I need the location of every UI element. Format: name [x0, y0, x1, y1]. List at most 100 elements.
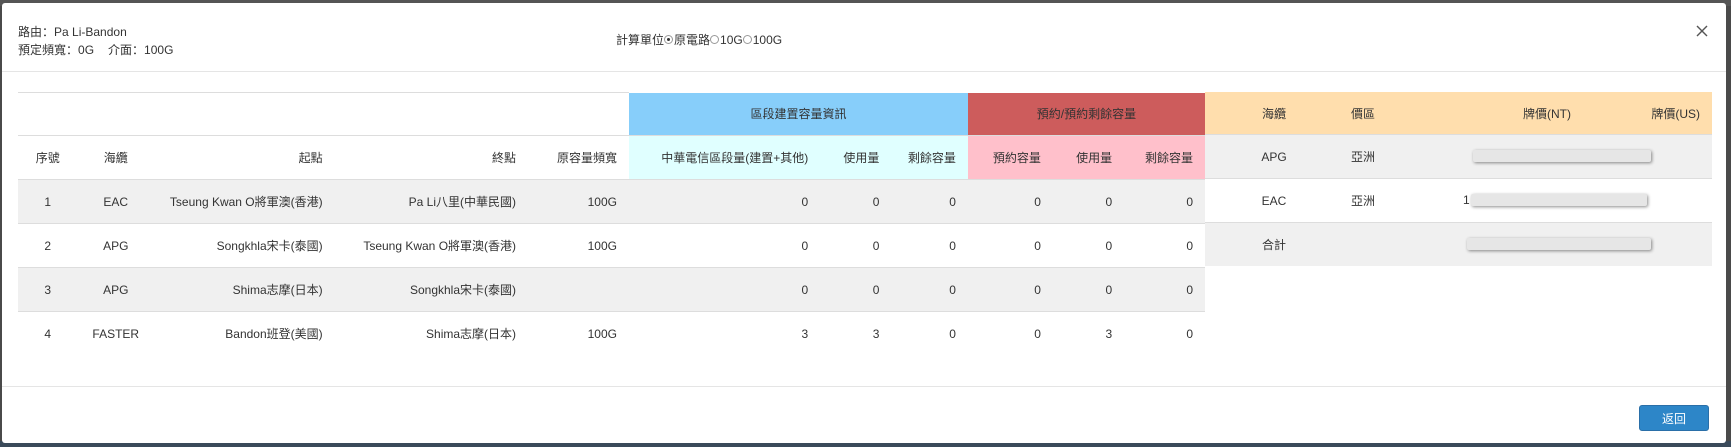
cell-cable: EAC	[77, 179, 154, 224]
col-cable: 海纜	[77, 135, 154, 180]
price-nt-prefix: 1	[1463, 193, 1470, 207]
cell-used: 0	[820, 223, 892, 268]
col-reserved: 預約容量	[967, 135, 1053, 180]
section-info-group: 區段建置容量資訊	[628, 92, 968, 136]
unit-option-100g[interactable]: 100G	[753, 33, 782, 47]
price-col-region: 價區	[1343, 92, 1443, 135]
cell-reserved-remaining: 0	[1124, 311, 1205, 355]
cell-end: Pa Li八里(中華民國)	[334, 179, 529, 224]
table-row: 1 EAC Tseung Kwan O將軍澳(香港) Pa Li八里(中華民國)…	[18, 179, 1205, 224]
radio-original-icon[interactable]	[664, 35, 674, 44]
cell-cable: APG	[77, 223, 154, 268]
dialog-header: 路由：Pa Li-Bandon 預定頻寬：0G 介面：100G 計算單位 原電路 …	[2, 3, 1726, 72]
col-reserved-used: 使用量	[1052, 135, 1125, 180]
cell-start: Songkhla宋卡(泰國)	[154, 223, 335, 268]
cell-reserved-remaining: 0	[1124, 179, 1205, 224]
cell-index: 2	[18, 223, 78, 268]
cell-reserved-used: 3	[1052, 311, 1125, 355]
col-index: 序號	[18, 135, 78, 180]
table-row: 2 APG Songkhla宋卡(泰國) Tseung Kwan O將軍澳(香港…	[18, 223, 1205, 268]
cell-reserved-used: 0	[1052, 223, 1125, 268]
price-cell-cable: EAC	[1205, 178, 1343, 223]
bandwidth-value: 0G	[78, 43, 95, 57]
cell-cht-capacity: 3	[628, 311, 821, 355]
cell-orig-bandwidth: 100G	[528, 223, 629, 268]
cell-remaining: 0	[891, 267, 968, 312]
route-label: 路由：	[18, 25, 55, 39]
cell-end: Shima志摩(日本)	[334, 311, 529, 355]
table-row: 4 FASTER Bandon班登(美國) Shima志摩(日本) 100G 3…	[18, 311, 1205, 355]
cell-used: 3	[820, 311, 892, 355]
redaction-bar	[1473, 150, 1651, 162]
group-spacer	[18, 92, 629, 136]
col-start: 起點	[154, 135, 335, 180]
price-col-list-us: 牌價(US)	[1583, 92, 1712, 135]
cell-used: 0	[820, 179, 892, 224]
cell-end: Songkhla宋卡(泰國)	[334, 267, 529, 312]
price-cell-region	[1343, 222, 1443, 266]
close-button[interactable]	[1694, 23, 1710, 39]
cell-reserved: 0	[967, 223, 1053, 268]
cell-cht-capacity: 0	[628, 179, 821, 224]
unit-option-original[interactable]: 原電路	[674, 31, 710, 48]
price-cell-redacted	[1443, 222, 1712, 266]
capacity-dialog: 路由：Pa Li-Bandon 預定頻寬：0G 介面：100G 計算單位 原電路 …	[2, 3, 1726, 443]
price-col-cable: 海纜	[1205, 92, 1343, 135]
cell-reserved-used: 0	[1052, 179, 1125, 224]
cell-reserved: 0	[967, 311, 1053, 355]
cell-index: 3	[18, 267, 78, 312]
cell-start: Shima志摩(日本)	[154, 267, 335, 312]
unit-option-10g[interactable]: 10G	[720, 33, 743, 47]
price-row: APG 亞洲	[1205, 134, 1712, 179]
radio-10g-icon[interactable]	[710, 35, 720, 44]
redaction-bar	[1467, 238, 1651, 250]
price-col-list-nt: 牌價(NT)	[1443, 92, 1583, 135]
price-cell-region: 亞洲	[1343, 134, 1443, 179]
price-row: EAC 亞洲 1	[1205, 178, 1712, 223]
col-orig-bandwidth: 原容量頻寬	[528, 135, 629, 180]
cell-end: Tseung Kwan O將軍澳(香港)	[334, 223, 529, 268]
interface-label: 介面：	[108, 43, 145, 57]
route-value: Pa Li-Bandon	[54, 25, 127, 39]
cell-index: 1	[18, 179, 78, 224]
cell-cable: FASTER	[77, 311, 154, 355]
col-end: 終點	[334, 135, 529, 180]
cell-reserved: 0	[967, 267, 1053, 312]
price-cell-redacted	[1443, 134, 1712, 179]
bandwidth-label: 預定頻寬：	[18, 43, 79, 57]
cell-orig-bandwidth: 100G	[528, 311, 629, 355]
reserve-info-group: 預約/預約剩餘容量	[967, 92, 1205, 136]
cell-cht-capacity: 0	[628, 223, 821, 268]
back-button[interactable]: 返回	[1639, 405, 1709, 431]
close-icon	[1696, 25, 1708, 37]
unit-selector: 計算單位 原電路 10G 100G	[616, 31, 782, 48]
cell-remaining: 0	[891, 223, 968, 268]
price-cell-region: 亞洲	[1343, 178, 1443, 223]
cell-reserved-remaining: 0	[1124, 267, 1205, 312]
cell-used: 0	[820, 267, 892, 312]
price-cell-cable: APG	[1205, 134, 1343, 179]
cell-orig-bandwidth: 100G	[528, 179, 629, 224]
radio-100g-icon[interactable]	[742, 35, 752, 44]
dialog-footer: 返回	[2, 386, 1726, 444]
capacity-table: 區段建置容量資訊 預約/預約剩餘容量 序號 海纜 起點 終點 原容量頻寬 中華電…	[18, 92, 1205, 355]
bandwidth-info: 預定頻寬：0G 介面：100G	[18, 41, 173, 58]
table-row: 3 APG Shima志摩(日本) Songkhla宋卡(泰國) 0 0 0 0…	[18, 267, 1205, 312]
price-row: 合計	[1205, 222, 1712, 266]
cell-reserved-remaining: 0	[1124, 223, 1205, 268]
col-cht-capacity: 中華電信區段量(建置+其他)	[628, 135, 821, 180]
cell-remaining: 0	[891, 311, 968, 355]
cell-cht-capacity: 0	[628, 267, 821, 312]
price-table: 海纜 價區 牌價(NT) 牌價(US) APG 亞洲 EAC 亞洲 1 合計	[1205, 92, 1712, 266]
cell-index: 4	[18, 311, 78, 355]
redaction-bar	[1471, 194, 1647, 206]
cell-start: Bandon班登(美國)	[154, 311, 335, 355]
cell-reserved: 0	[967, 179, 1053, 224]
cell-start: Tseung Kwan O將軍澳(香港)	[154, 179, 335, 224]
col-used: 使用量	[820, 135, 892, 180]
price-cell-total-label: 合計	[1205, 222, 1343, 266]
unit-label: 計算單位	[616, 33, 665, 47]
interface-value: 100G	[144, 43, 174, 57]
cell-orig-bandwidth	[528, 267, 629, 312]
col-remaining: 剩餘容量	[891, 135, 968, 180]
